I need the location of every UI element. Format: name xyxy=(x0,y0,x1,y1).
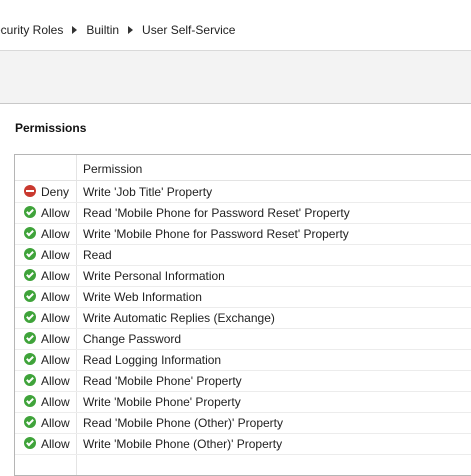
table-row[interactable]: Allow Read 'Mobile Phone for Password Res… xyxy=(15,202,471,224)
status-label: Allow xyxy=(41,416,70,430)
status-label: Allow xyxy=(41,395,70,409)
permission-label: Write Web Information xyxy=(83,290,202,304)
column-header-permission[interactable]: Permission xyxy=(83,162,142,176)
allow-check-icon xyxy=(24,311,36,323)
table-row[interactable]: Allow Read 'Mobile Phone' Property xyxy=(15,370,471,392)
permissions-grid[interactable]: Permission Deny Write 'Job Title' Propert… xyxy=(14,154,471,476)
divider xyxy=(0,103,471,104)
breadcrumb-item-builtin[interactable]: Builtin xyxy=(86,23,119,37)
table-row[interactable]: Allow Read 'Mobile Phone (Other)' Propert… xyxy=(15,412,471,434)
table-row[interactable]: Allow Write Web Information xyxy=(15,286,471,308)
allow-check-icon xyxy=(24,437,36,449)
permission-label: Read Logging Information xyxy=(83,353,222,367)
table-row[interactable]: Allow Write 'Mobile Phone' Property xyxy=(15,391,471,413)
table-row[interactable]: Allow Write 'Mobile Phone (Other)' Proper… xyxy=(15,433,471,455)
status-label: Allow xyxy=(41,311,70,325)
allow-check-icon xyxy=(24,206,36,218)
status-label: Allow xyxy=(41,269,70,283)
breadcrumb-item-security-roles[interactable]: ecurity Roles xyxy=(0,23,63,37)
status-label: Allow xyxy=(41,248,70,262)
permission-label: Read 'Mobile Phone for Password Reset' P… xyxy=(83,206,350,220)
permission-label: Change Password xyxy=(83,332,182,346)
section-title: Permissions xyxy=(15,121,87,135)
allow-check-icon xyxy=(24,395,36,407)
toolbar-area xyxy=(0,51,471,103)
permission-label: Write 'Job Title' Property xyxy=(83,185,213,199)
table-row[interactable]: Allow Read Logging Information xyxy=(15,349,471,371)
permission-label: Write 'Mobile Phone' Property xyxy=(83,395,241,409)
permission-label: Write Personal Information xyxy=(83,269,225,283)
permission-label: Write 'Mobile Phone for Password Reset' … xyxy=(83,227,349,241)
deny-minus-icon xyxy=(24,185,36,197)
permission-label: Read 'Mobile Phone (Other)' Property xyxy=(83,416,284,430)
permission-label: Read 'Mobile Phone' Property xyxy=(83,374,242,388)
breadcrumb: ecurity Roles Builtin User Self-Service xyxy=(0,18,471,42)
status-label: Allow xyxy=(41,374,70,388)
permission-label: Write 'Mobile Phone (Other)' Property xyxy=(83,437,283,451)
allow-check-icon xyxy=(24,353,36,365)
table-row[interactable]: Allow Change Password xyxy=(15,328,471,350)
table-row[interactable]: Allow Write 'Mobile Phone for Password Re… xyxy=(15,223,471,245)
status-label: Allow xyxy=(41,227,70,241)
permission-label: Write Automatic Replies (Exchange) xyxy=(83,311,275,325)
breadcrumb-item-user-self-service[interactable]: User Self-Service xyxy=(142,23,235,37)
table-row[interactable]: Allow Write Personal Information xyxy=(15,265,471,287)
allow-check-icon xyxy=(24,227,36,239)
grid-header: Permission xyxy=(15,155,471,181)
table-row[interactable]: Allow Write Automatic Replies (Exchange) xyxy=(15,307,471,329)
allow-check-icon xyxy=(24,269,36,281)
allow-check-icon xyxy=(24,290,36,302)
status-label: Deny xyxy=(41,185,70,199)
allow-check-icon xyxy=(24,416,36,428)
chevron-right-icon xyxy=(72,26,78,34)
status-label: Allow xyxy=(41,206,70,220)
chevron-right-icon xyxy=(128,26,134,34)
table-row[interactable]: Allow Read xyxy=(15,244,471,266)
permission-label: Read xyxy=(83,248,112,262)
status-label: Allow xyxy=(41,290,70,304)
status-label: Allow xyxy=(41,332,70,346)
allow-check-icon xyxy=(24,332,36,344)
allow-check-icon xyxy=(24,248,36,260)
allow-check-icon xyxy=(24,374,36,386)
status-label: Allow xyxy=(41,437,70,451)
table-row[interactable]: Deny Write 'Job Title' Property xyxy=(15,181,471,203)
status-label: Allow xyxy=(41,353,70,367)
